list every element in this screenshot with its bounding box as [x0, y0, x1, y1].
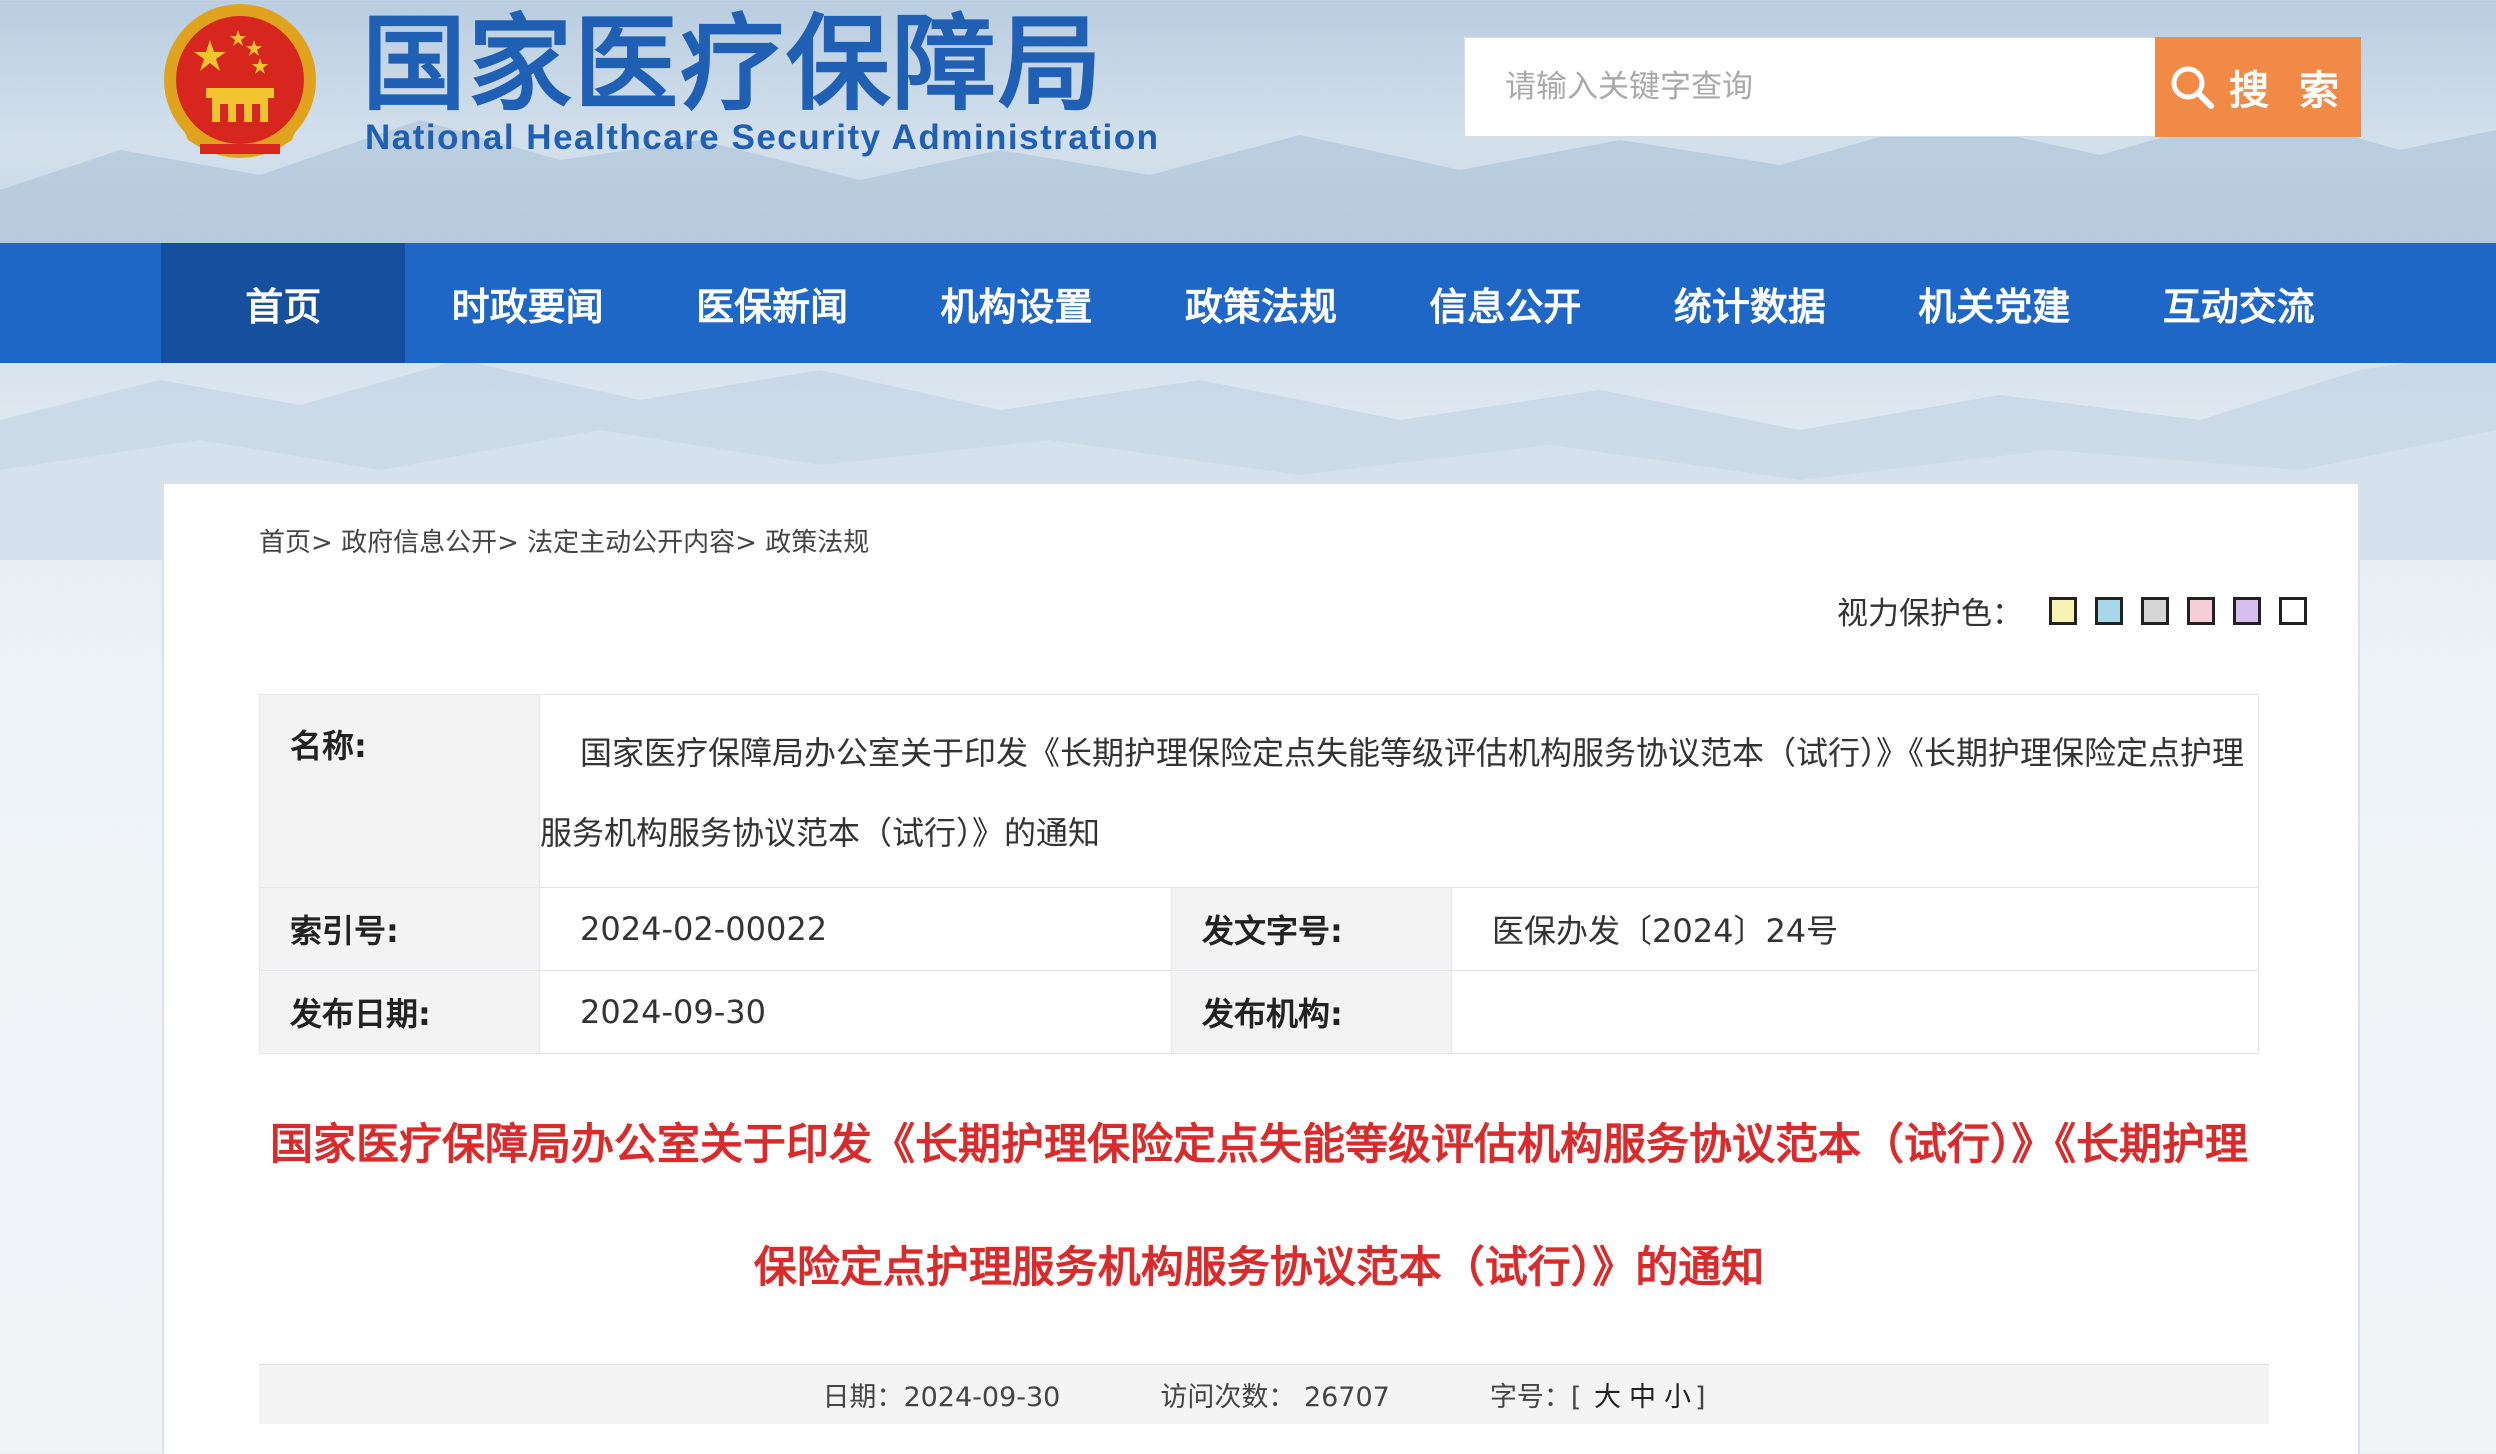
- font-size-bracket-open: [: [1570, 1382, 1582, 1413]
- visit-count-value: 26707: [1303, 1382, 1390, 1413]
- main-nav: 首页 时政要闻 医保新闻 机构设置 政策法规 信息公开 统计数据 机关党建 互动…: [0, 243, 2496, 363]
- font-size-control: 字号：[ 大中小]: [1490, 1375, 1706, 1414]
- breadcrumb-statutory[interactable]: 法定主动公开内容: [527, 528, 735, 558]
- font-size-medium-button[interactable]: 中: [1625, 1382, 1660, 1413]
- search-button-label: 搜 索: [2229, 68, 2347, 114]
- document-info-table: 名称: 国家医疗保障局办公室关于印发《长期护理保险定点失能等级评估机构服务协议范…: [259, 694, 2259, 1054]
- article-date-label: 日期：: [822, 1382, 904, 1413]
- breadcrumb-home[interactable]: 首页: [259, 528, 311, 558]
- breadcrumb-separator: >: [497, 528, 528, 558]
- nav-item-interaction[interactable]: 互动交流: [2117, 243, 2361, 363]
- content-panel: 首页> 政府信息公开> 法定主动公开内容> 政策法规 视力保护色： 名称: 国家…: [162, 482, 2360, 1454]
- breadcrumb-separator: >: [311, 528, 342, 558]
- site-title[interactable]: 国家医疗保障局: [362, 2, 1104, 126]
- visit-count: 访问次数： 26707: [1160, 1375, 1390, 1414]
- search-button[interactable]: 搜 索: [2155, 37, 2361, 137]
- breadcrumb: 首页> 政府信息公开> 法定主动公开内容> 政策法规: [259, 522, 869, 559]
- index-value: 2024-02-00022: [539, 887, 1172, 971]
- font-size-bracket-close: ]: [1695, 1382, 1706, 1413]
- doc-number-label: 发文字号:: [1171, 887, 1452, 971]
- nav-item-statistics[interactable]: 统计数据: [1628, 243, 1872, 363]
- search-box: [1464, 37, 2156, 137]
- article-date: 日期：2024-09-30: [822, 1375, 1060, 1414]
- site-header: 国家医疗保障局 National Healthcare Security Adm…: [0, 0, 2496, 243]
- nav-item-disclosure[interactable]: 信息公开: [1383, 243, 1627, 363]
- site-subtitle: National Healthcare Security Administrat…: [365, 118, 1160, 157]
- national-emblem-icon[interactable]: [160, 0, 320, 168]
- swatch-blue[interactable]: [2095, 596, 2123, 625]
- visit-count-label: 访问次数：: [1160, 1382, 1296, 1413]
- swatch-yellow[interactable]: [2049, 596, 2077, 625]
- search-input[interactable]: [1465, 38, 2155, 136]
- breadcrumb-policy[interactable]: 政策法规: [765, 528, 869, 558]
- name-label: 名称:: [259, 694, 540, 888]
- publisher-value: [1451, 970, 2259, 1054]
- publisher-label: 发布机构:: [1171, 970, 1452, 1054]
- nav-item-party[interactable]: 机关党建: [1872, 243, 2116, 363]
- font-size-small-button[interactable]: 小: [1660, 1382, 1695, 1413]
- nav-item-organization[interactable]: 机构设置: [894, 243, 1138, 363]
- article-title: 国家医疗保障局办公室关于印发《长期护理保险定点失能等级评估机构服务协议范本（试行…: [270, 1120, 2248, 1293]
- nav-item-policy[interactable]: 政策法规: [1139, 243, 1383, 363]
- swatch-pink[interactable]: [2187, 596, 2215, 625]
- breadcrumb-disclosure[interactable]: 政府信息公开: [341, 528, 497, 558]
- swatch-white[interactable]: [2279, 596, 2307, 625]
- swatch-purple[interactable]: [2233, 596, 2261, 625]
- nav-item-current-affairs[interactable]: 时政要闻: [405, 243, 649, 363]
- breadcrumb-separator: >: [735, 528, 766, 558]
- name-value: 国家医疗保障局办公室关于印发《长期护理保险定点失能等级评估机构服务协议范本（试行…: [539, 694, 2259, 888]
- font-size-label: 字号：: [1489, 1382, 1571, 1413]
- doc-number-value: 医保办发〔2024〕24号: [1451, 887, 2259, 971]
- search-icon: [2171, 66, 2215, 109]
- eye-protection-label: 视力保护色：: [1837, 596, 2023, 632]
- publish-date-value: 2024-09-30: [539, 970, 1172, 1054]
- font-size-large-button[interactable]: 大: [1590, 1382, 1625, 1413]
- publish-date-label: 发布日期:: [259, 970, 540, 1054]
- nav-item-news[interactable]: 医保新闻: [650, 243, 894, 363]
- eye-protection-color-picker: 视力保护色：: [1837, 588, 2317, 633]
- nav-item-home[interactable]: 首页: [161, 243, 406, 363]
- article-date-value: 2024-09-30: [903, 1382, 1061, 1413]
- index-label: 索引号:: [259, 887, 540, 971]
- article-meta-bar: 日期：2024-09-30 访问次数： 26707 字号：[ 大中小]: [259, 1364, 2269, 1424]
- swatch-gray[interactable]: [2141, 596, 2169, 625]
